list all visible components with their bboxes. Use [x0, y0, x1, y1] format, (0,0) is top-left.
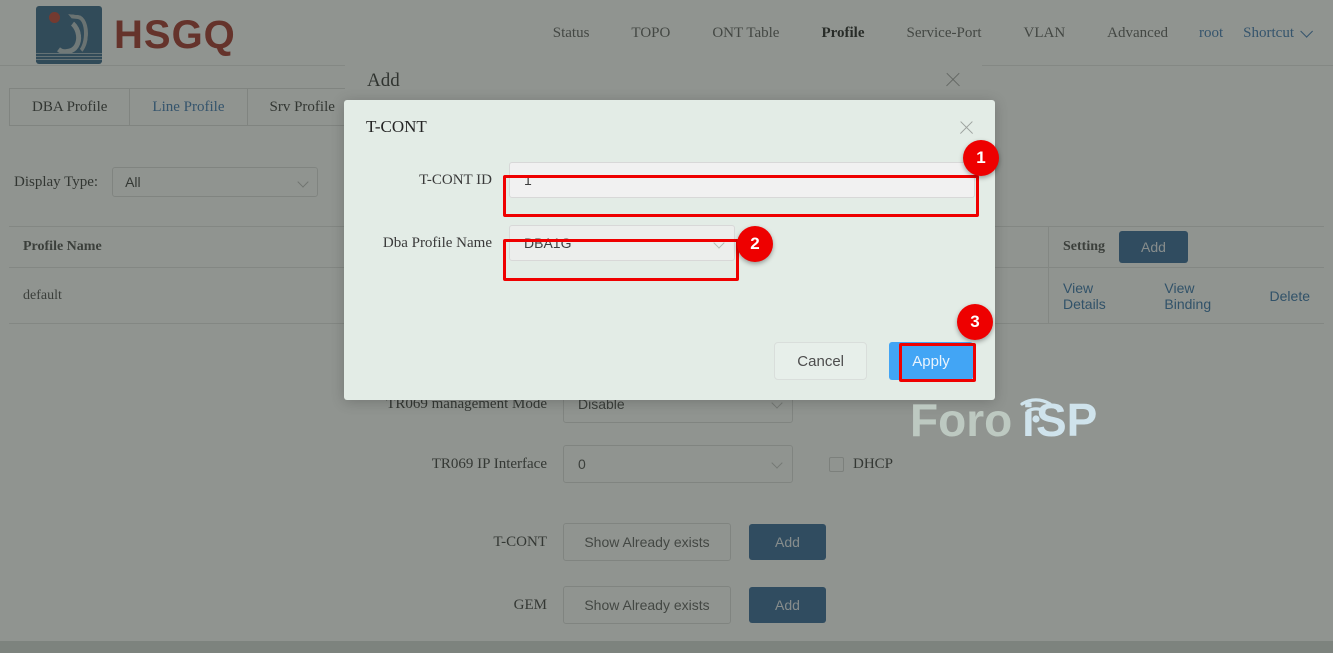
tcont-footer: Cancel Apply — [774, 342, 973, 380]
close-icon[interactable] — [958, 118, 975, 135]
dba-profile-name-select[interactable]: DBA1G — [509, 225, 735, 261]
annotation-badge-3: 3 — [957, 304, 993, 340]
bottom-strip — [0, 641, 1333, 653]
dba-profile-name-label: Dba Profile Name — [382, 234, 492, 251]
chevron-down-icon — [713, 237, 725, 249]
tcont-form: T-CONT ID 1 Dba Profile Name DBA1G — [344, 162, 995, 277]
tcont-dialog-title: T-CONT — [366, 117, 427, 136]
annotation-badge-2: 2 — [737, 226, 773, 262]
cancel-button[interactable]: Cancel — [774, 342, 867, 380]
field-tcont-id: T-CONT ID 1 — [344, 162, 995, 198]
tcont-id-input[interactable]: 1 — [509, 162, 975, 198]
tcont-id-label: T-CONT ID — [419, 171, 492, 188]
apply-button[interactable]: Apply — [889, 342, 973, 380]
screen: HSGQ Status TOPO ONT Table Profile Servi… — [0, 0, 1333, 653]
dba-profile-name-value: DBA1G — [524, 235, 572, 251]
tcont-id-value: 1 — [524, 172, 532, 188]
tcont-dialog: T-CONT Foro i SP T-CONT ID 1 Dba Profile… — [344, 100, 1097, 446]
annotation-badge-1: 1 — [963, 140, 999, 176]
field-dba-profile-name: Dba Profile Name DBA1G — [344, 225, 995, 261]
